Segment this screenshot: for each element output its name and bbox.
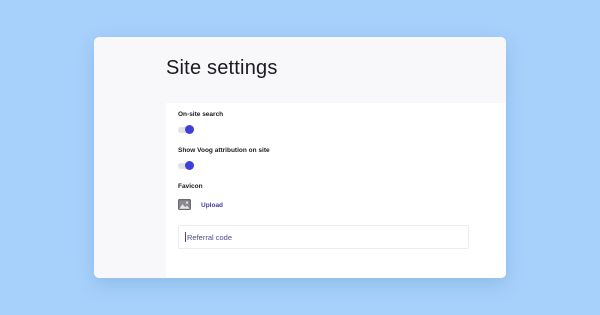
text-caret <box>185 232 186 242</box>
toggle-knob <box>185 161 194 170</box>
page-title: Site settings <box>166 57 278 79</box>
toggle-knob <box>185 125 194 134</box>
settings-panel: On-site search Show Voog attribution on … <box>166 103 506 278</box>
referral-code-input[interactable] <box>178 225 469 249</box>
voog-attribution-label: Show Voog attribution on site <box>178 147 270 154</box>
favicon-label: Favicon <box>178 183 203 190</box>
image-icon <box>178 199 191 210</box>
onsite-search-toggle[interactable] <box>178 125 194 134</box>
settings-window: Site settings On-site search Show Voog a… <box>94 37 506 278</box>
upload-link[interactable]: Upload <box>201 202 223 209</box>
voog-attribution-toggle[interactable] <box>178 161 194 170</box>
onsite-search-label: On-site search <box>178 111 224 118</box>
